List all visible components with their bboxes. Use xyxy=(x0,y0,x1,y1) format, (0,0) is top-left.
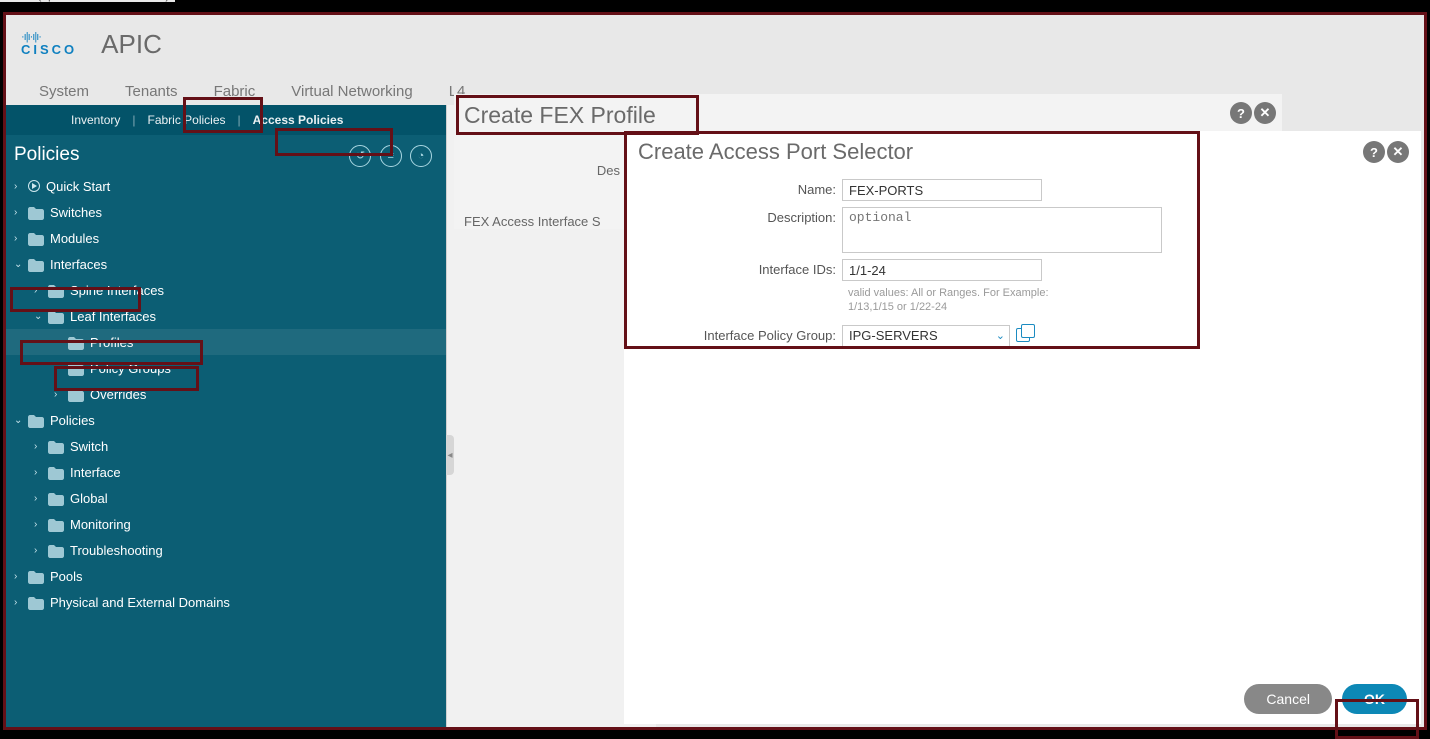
tree-policy-troubleshooting[interactable]: ›Troubleshooting xyxy=(6,537,446,563)
tree-policy-switch[interactable]: ›Switch xyxy=(6,433,446,459)
tree-policy-global[interactable]: ›Global xyxy=(6,485,446,511)
folder-icon xyxy=(48,490,64,505)
interface-policy-group-label: Interface Policy Group: xyxy=(638,325,842,343)
folder-icon xyxy=(48,464,64,479)
sidebar-title: Policies xyxy=(14,144,79,166)
play-icon xyxy=(28,180,40,192)
interface-ids-label: Interface IDs: xyxy=(638,259,842,277)
folder-icon xyxy=(48,542,64,557)
folder-icon xyxy=(68,360,84,375)
folder-icon xyxy=(48,282,64,297)
list-icon[interactable]: ≡ xyxy=(380,145,402,167)
tree-policy-groups[interactable]: ›Policy Groups xyxy=(6,355,446,381)
interface-policy-group-select[interactable]: IPG-SERVERS ⌄ xyxy=(842,325,1010,347)
folder-icon xyxy=(48,438,64,453)
folder-icon xyxy=(28,204,44,219)
tree-quick-start[interactable]: ›Quick Start xyxy=(6,173,446,199)
tree-modules[interactable]: ›Modules xyxy=(6,225,446,251)
sub-tabs: Inventory | Fabric Policies | Access Pol… xyxy=(6,105,446,135)
tree-physical-external-domains[interactable]: ›Physical and External Domains xyxy=(6,589,446,615)
folder-icon xyxy=(28,594,44,609)
tree-overrides[interactable]: ›Overrides xyxy=(6,381,446,407)
tree-policy-interface[interactable]: ›Interface xyxy=(6,459,446,485)
aps-dialog-title: Create Access Port Selector xyxy=(624,131,1421,169)
create-access-port-selector-dialog: Create Access Port Selector ? ✕ Name: De… xyxy=(624,131,1421,724)
ok-button[interactable]: OK xyxy=(1342,684,1407,714)
name-input[interactable] xyxy=(842,179,1042,201)
tree-profiles[interactable]: Profiles xyxy=(6,329,446,355)
folder-icon xyxy=(68,386,84,401)
interface-ids-hint1: valid values: All or Ranges. For Example… xyxy=(848,287,1391,301)
description-label: Description: xyxy=(638,207,842,225)
tab-virtual-networking[interactable]: Virtual Networking xyxy=(273,76,430,107)
settings-icon[interactable]: ◔ xyxy=(410,145,432,167)
sidebar: Policies ↺ ≡ ◔ ›Quick Start ›Switches ›M… xyxy=(6,135,446,727)
window-title: APIC (apic1.dcloud.cisco.com) xyxy=(0,0,175,2)
tree-interfaces[interactable]: ⌄Interfaces xyxy=(6,251,446,277)
folder-icon xyxy=(48,516,64,531)
history-icon[interactable]: ↺ xyxy=(349,145,371,167)
subtab-access-policies[interactable]: Access Policies xyxy=(245,113,352,127)
chevron-down-icon: ⌄ xyxy=(996,329,1005,342)
help-icon[interactable]: ? xyxy=(1363,141,1385,163)
aps-form: Name: Description: Interface IDs: valid … xyxy=(624,169,1421,347)
app-window: ·ı|ı·ı|ı· CISCO APIC System Tenants Fabr… xyxy=(3,12,1427,730)
folder-icon xyxy=(28,230,44,245)
tree-switches[interactable]: ›Switches xyxy=(6,199,446,225)
tree-spine-interfaces[interactable]: ›Spine Interfaces xyxy=(6,277,446,303)
splitter-handle[interactable]: ◂ xyxy=(446,435,454,475)
close-icon[interactable]: ✕ xyxy=(1254,102,1276,124)
open-external-icon[interactable] xyxy=(1016,325,1032,341)
interface-ids-hint2: 1/13,1/15 or 1/22-24 xyxy=(848,301,1391,315)
subtab-inventory[interactable]: Inventory xyxy=(63,113,128,127)
sidebar-header-icons: ↺ ≡ ◔ xyxy=(346,143,432,167)
name-label: Name: xyxy=(638,179,842,197)
topbar: ·ı|ı·ı|ı· CISCO APIC xyxy=(6,15,1424,73)
folder-icon xyxy=(68,334,84,349)
nav-tree: ›Quick Start ›Switches ›Modules ⌄Interfa… xyxy=(6,173,446,615)
folder-icon xyxy=(28,568,44,583)
folder-icon xyxy=(28,412,44,427)
description-input[interactable] xyxy=(842,207,1162,253)
folder-icon xyxy=(28,256,44,271)
folder-icon xyxy=(48,308,64,323)
tree-leaf-interfaces[interactable]: ⌄Leaf Interfaces xyxy=(6,303,446,329)
tree-pools[interactable]: ›Pools xyxy=(6,563,446,589)
tab-tenants[interactable]: Tenants xyxy=(107,76,196,107)
tree-policies[interactable]: ⌄Policies xyxy=(6,407,446,433)
fex-access-interface-label: FEX Access Interface S xyxy=(464,214,605,229)
close-icon[interactable]: ✕ xyxy=(1387,141,1409,163)
fex-desc-label: Des xyxy=(464,163,624,178)
help-icon[interactable]: ? xyxy=(1230,102,1252,124)
subtab-fabric-policies[interactable]: Fabric Policies xyxy=(139,113,233,127)
app-name: APIC xyxy=(101,29,162,60)
tree-policy-monitoring[interactable]: ›Monitoring xyxy=(6,511,446,537)
cisco-logo: ·ı|ı·ı|ı· CISCO xyxy=(21,32,77,56)
cancel-button[interactable]: Cancel xyxy=(1244,684,1332,714)
tab-system[interactable]: System xyxy=(21,76,107,107)
interface-ids-input[interactable] xyxy=(842,259,1042,281)
tab-fabric[interactable]: Fabric xyxy=(196,76,274,107)
